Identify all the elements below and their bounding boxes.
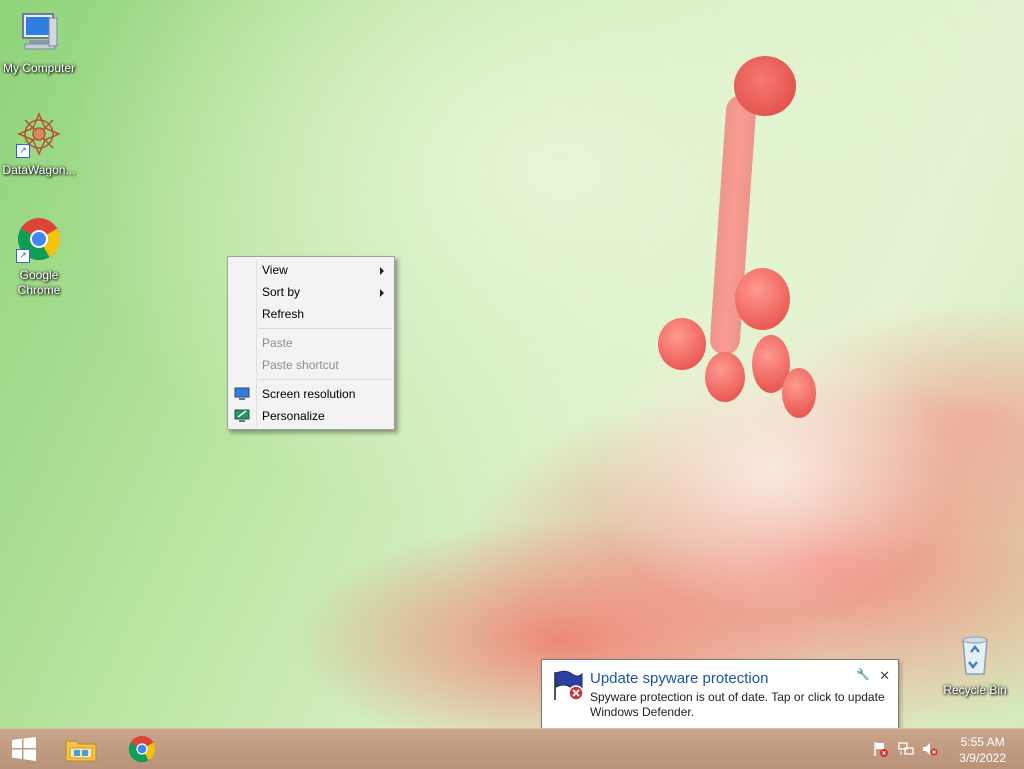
defender-flag-icon [554,670,584,701]
notification-title: Update spyware protection [590,670,769,687]
taskbar-clock[interactable]: 5:55 AM 3/9/2022 [959,734,1006,766]
action-center-flag-icon[interactable] [873,741,889,757]
screen-resolution-icon [234,387,250,400]
start-button[interactable] [0,729,48,769]
desktop-icon-label: Google Chrome [17,268,61,297]
desktop-icon-google-chrome[interactable]: ↗ Google Chrome [0,215,78,298]
menu-item-label: Paste [262,336,293,350]
menu-item-label: Sort by [262,285,301,299]
menu-item-label: Screen resolution [262,387,356,401]
volume-muted-icon[interactable] [922,741,938,757]
chrome-icon [128,735,156,763]
desktop-icon-label: My Computer [2,61,76,75]
shortcut-arrow-icon: ↗ [16,144,30,158]
desktop-icon-label: Recycle Bin [943,683,1007,697]
menu-item-view[interactable]: View [228,259,394,281]
menu-item-refresh[interactable]: Refresh [228,303,394,325]
menu-item-label: Paste shortcut [262,358,339,372]
close-icon[interactable]: ✕ [879,668,890,684]
menu-item-sort-by[interactable]: Sort by [228,281,394,303]
taskbar-file-explorer-button[interactable] [56,729,104,769]
desktop-icon-label: DataWagon... [2,163,76,177]
wallpaper-anther [782,368,816,418]
submenu-arrow-icon [380,289,384,297]
menu-separator [258,328,392,329]
desktop-icon-recycle-bin[interactable]: Recycle Bin [936,630,1014,698]
wallpaper-anther [705,352,745,402]
menu-item-paste: Paste [228,332,394,354]
menu-item-label: Personalize [262,409,325,423]
taskbar-chrome-button[interactable] [118,729,166,769]
network-icon[interactable] [898,741,914,757]
defender-notification[interactable]: Update spyware protection Spyware protec… [541,659,899,736]
pin-icon[interactable]: 🔧 [856,668,870,681]
menu-item-label: View [262,263,288,277]
wallpaper-flower-tip [734,56,796,116]
notification-body: Spyware protection is out of date. Tap o… [590,690,885,719]
windows-logo-icon [12,737,36,761]
menu-item-personalize[interactable]: Personalize [228,405,394,427]
personalize-icon [234,409,250,422]
computer-icon [22,13,58,50]
submenu-arrow-icon [380,267,384,275]
desktop-icon-datawagon[interactable]: ↗ DataWagon... [0,110,78,178]
menu-item-label: Refresh [262,307,305,321]
wallpaper-anther [735,268,790,330]
recycle-bin-icon [962,636,988,675]
taskbar: 5:55 AM 3/9/2022 [0,728,1024,769]
menu-separator [258,379,392,380]
wallpaper-anther [658,318,706,370]
file-explorer-icon [65,740,97,762]
clock-date: 3/9/2022 [959,751,1006,765]
shortcut-arrow-icon: ↗ [16,249,30,263]
menu-item-screen-resolution[interactable]: Screen resolution [228,383,394,405]
clock-time: 5:55 AM [960,735,1005,749]
desktop-icon-my-computer[interactable]: My Computer [0,8,78,76]
desktop-context-menu: View Sort by Refresh Paste Paste shortcu… [227,256,395,430]
menu-item-paste-shortcut: Paste shortcut [228,354,394,376]
